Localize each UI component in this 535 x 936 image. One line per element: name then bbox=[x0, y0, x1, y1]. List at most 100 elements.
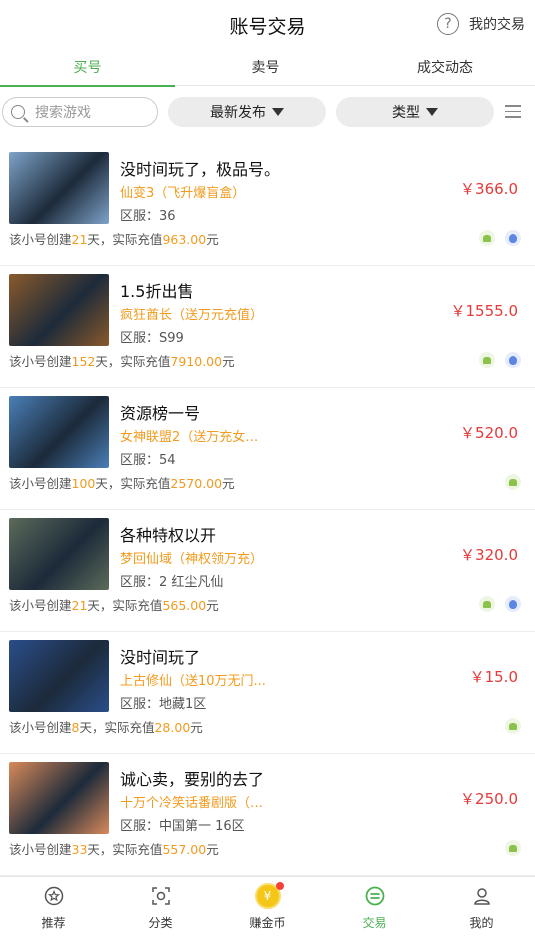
account-info: 该小号创建152天，实际充值7910.00元 bbox=[9, 354, 235, 369]
listing-item[interactable]: 1.5折出售疯狂酋长（送万元充值） 区服：S99 ￥1555.0 该小号创建152天，… bbox=[0, 266, 535, 388]
created-days: 21 bbox=[71, 598, 88, 613]
user-icon bbox=[473, 888, 490, 905]
bottom-nav: 推荐 分类 ¥ 赚金币 交易 我的 bbox=[0, 876, 535, 935]
nav-earn-coins[interactable]: ¥ 赚金币 bbox=[214, 877, 321, 936]
listing-item[interactable]: 没时间玩了上古修仙（送10万无门... 区服：地藏1区 ￥15.0 该小号创建8天，实… bbox=[0, 632, 535, 754]
listing-title: 各种特权以开 bbox=[120, 526, 217, 545]
listing-price: ￥1555.0 bbox=[450, 302, 519, 320]
game-name: 十万个冷笑话番剧版（G... bbox=[120, 796, 270, 811]
platform-badges bbox=[505, 840, 521, 856]
apple-icon bbox=[505, 230, 521, 246]
listing-title: 没时间玩了 bbox=[120, 648, 201, 667]
server-info: 区服：54 bbox=[120, 453, 176, 468]
game-screenshot bbox=[9, 518, 109, 590]
platform-badges bbox=[505, 718, 521, 734]
search-input[interactable]: 搜索游戏 bbox=[2, 97, 158, 127]
android-icon bbox=[479, 352, 495, 368]
sort-label: 最新发布 bbox=[210, 105, 266, 121]
apple-icon bbox=[505, 352, 521, 368]
search-placeholder: 搜索游戏 bbox=[35, 105, 91, 121]
nav-recommend[interactable]: 推荐 bbox=[0, 877, 107, 936]
listing-item[interactable]: 没时间玩了，极品号。仙变3（飞升爆盲盒） 区服：36 ￥366.0 该小号创建21天，… bbox=[0, 144, 535, 266]
listing-price: ￥250.0 bbox=[460, 790, 518, 808]
tab-sell[interactable]: 卖号 bbox=[178, 52, 353, 86]
listing-title: 资源榜一号 bbox=[120, 404, 201, 423]
account-info: 该小号创建21天，实际充值963.00元 bbox=[9, 232, 219, 247]
list-view-icon[interactable] bbox=[505, 105, 521, 119]
game-screenshot bbox=[9, 640, 109, 712]
tab-buy[interactable]: 买号 bbox=[0, 52, 175, 87]
created-days: 33 bbox=[71, 842, 88, 857]
apple-icon bbox=[505, 596, 521, 612]
listing-title: 没时间玩了，极品号。 bbox=[120, 160, 281, 179]
nav-label: 交易 bbox=[362, 916, 387, 930]
listing-price: ￥320.0 bbox=[460, 546, 518, 564]
recharge-amount: 565.00 bbox=[162, 598, 207, 613]
listing-price: ￥366.0 bbox=[460, 180, 518, 198]
created-days: 152 bbox=[71, 354, 96, 369]
platform-badges bbox=[479, 352, 521, 368]
caret-down-icon bbox=[272, 108, 284, 116]
nav-category[interactable]: 分类 bbox=[107, 877, 214, 936]
android-icon bbox=[479, 230, 495, 246]
nav-label: 我的 bbox=[469, 916, 494, 930]
notification-dot bbox=[276, 882, 284, 890]
account-info: 该小号创建8天，实际充值28.00元 bbox=[9, 720, 203, 735]
game-screenshot bbox=[9, 396, 109, 468]
recharge-amount: 963.00 bbox=[162, 232, 207, 247]
recharge-amount: 2570.00 bbox=[170, 476, 223, 491]
server-info: 区服：36 bbox=[120, 209, 176, 224]
listing-title: 诚心卖，要别的去了 bbox=[120, 770, 265, 789]
game-screenshot bbox=[9, 274, 109, 346]
sort-dropdown[interactable]: 最新发布 bbox=[168, 97, 326, 127]
help-icon[interactable]: ? bbox=[437, 13, 459, 35]
account-info: 该小号创建100天，实际充值2570.00元 bbox=[9, 476, 235, 491]
my-trade-label: 我的交易 bbox=[469, 17, 525, 33]
android-icon bbox=[505, 474, 521, 490]
created-days: 100 bbox=[71, 476, 96, 491]
nav-mine[interactable]: 我的 bbox=[428, 877, 535, 936]
listing-price: ￥520.0 bbox=[460, 424, 518, 442]
nav-label: 分类 bbox=[148, 916, 173, 930]
recharge-amount: 7910.00 bbox=[170, 354, 223, 369]
server-info: 区服：地藏1区 bbox=[120, 697, 207, 712]
game-screenshot bbox=[9, 762, 109, 834]
account-info: 该小号创建21天，实际充值565.00元 bbox=[9, 598, 219, 613]
star-badge-icon bbox=[44, 886, 63, 906]
top-header: 账号交易 ? 我的交易 bbox=[0, 0, 535, 52]
my-trade-link[interactable]: ? 我的交易 bbox=[437, 13, 525, 35]
listing-item[interactable]: 各种特权以开梦回仙域（神权领万充） 区服：2 红尘凡仙 ￥320.0 该小号创建21天… bbox=[0, 510, 535, 632]
nav-label: 赚金币 bbox=[249, 916, 286, 930]
caret-down-icon bbox=[426, 108, 438, 116]
tab-deals[interactable]: 成交动态 bbox=[357, 52, 533, 86]
game-name: 梦回仙域（神权领万充） bbox=[120, 552, 264, 567]
game-name: 女神联盟2（送万充女神） bbox=[120, 430, 270, 445]
nav-trade[interactable]: 交易 bbox=[321, 877, 428, 936]
type-label: 类型 bbox=[392, 105, 420, 121]
recharge-amount: 557.00 bbox=[162, 842, 207, 857]
listing-price: ￥15.0 bbox=[469, 668, 518, 686]
filter-bar: 搜索游戏 最新发布 类型 bbox=[0, 97, 535, 129]
platform-badges bbox=[505, 474, 521, 490]
android-icon bbox=[505, 840, 521, 856]
game-name: 仙变3（飞升爆盲盒） bbox=[120, 186, 246, 201]
server-info: 区服：2 红尘凡仙 bbox=[120, 575, 224, 590]
type-dropdown[interactable]: 类型 bbox=[336, 97, 494, 127]
listing-item[interactable]: 诚心卖，要别的去了十万个冷笑话番剧版（G... 区服：中国第一 16区 ￥250.0… bbox=[0, 754, 535, 876]
category-scan-icon bbox=[151, 887, 170, 905]
trade-icon bbox=[365, 886, 384, 906]
android-icon bbox=[505, 718, 521, 734]
game-screenshot bbox=[9, 152, 109, 224]
nav-label: 推荐 bbox=[41, 916, 66, 930]
game-name: 疯狂酋长（送万元充值） bbox=[120, 308, 264, 323]
server-info: 区服：S99 bbox=[120, 331, 184, 346]
created-days: 21 bbox=[71, 232, 88, 247]
server-info: 区服：中国第一 16区 bbox=[120, 819, 245, 834]
platform-badges bbox=[479, 596, 521, 612]
listing-item[interactable]: 资源榜一号女神联盟2（送万充女神） 区服：54 ￥520.0 该小号创建100天，实际… bbox=[0, 388, 535, 510]
android-icon bbox=[479, 596, 495, 612]
account-info: 该小号创建33天，实际充值557.00元 bbox=[9, 842, 219, 857]
listing-title: 1.5折出售 bbox=[120, 282, 194, 301]
game-name: 上古修仙（送10万无门... bbox=[120, 674, 266, 689]
platform-badges bbox=[479, 230, 521, 246]
